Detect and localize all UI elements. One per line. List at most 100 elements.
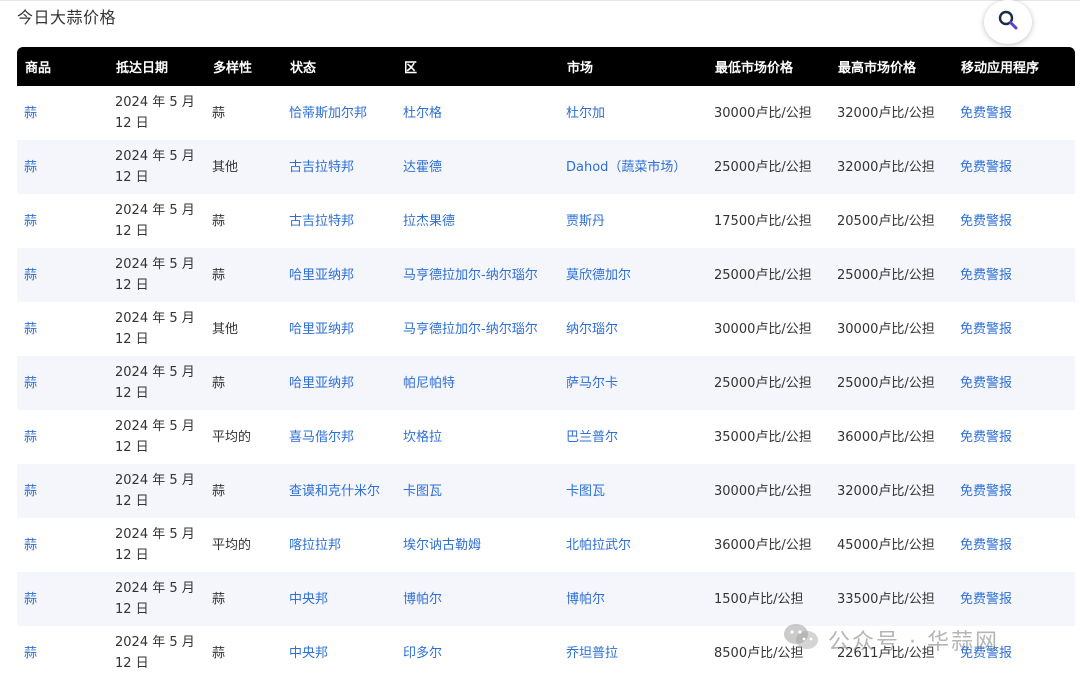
commodity-link[interactable]: 蒜 bbox=[24, 106, 37, 121]
state-link[interactable]: 恰蒂斯加尔邦 bbox=[289, 106, 367, 121]
table-cell-state-link: 哈里亚纳邦 bbox=[282, 248, 396, 302]
commodity-link[interactable]: 蒜 bbox=[24, 214, 37, 229]
district-link[interactable]: 博帕尔 bbox=[403, 592, 442, 607]
table-cell-free-alert-link: 免费警报 bbox=[953, 86, 1075, 140]
commodity-link[interactable]: 蒜 bbox=[24, 160, 37, 175]
district-link[interactable]: 帕尼帕特 bbox=[403, 376, 455, 391]
free-alert-link[interactable]: 免费警报 bbox=[960, 430, 1012, 445]
market-link[interactable]: 乔坦普拉 bbox=[566, 646, 618, 661]
free-alert-link[interactable]: 免费警报 bbox=[960, 538, 1012, 553]
commodity-link[interactable]: 蒜 bbox=[24, 268, 37, 283]
free-alert-link[interactable]: 免费警报 bbox=[960, 322, 1012, 337]
market-link[interactable]: 卡图瓦 bbox=[566, 484, 605, 499]
variety: 平均的 bbox=[212, 429, 252, 445]
variety: 蒜 bbox=[212, 375, 226, 391]
free-alert-link[interactable]: 免费警报 bbox=[960, 592, 1012, 607]
state-link[interactable]: 哈里亚纳邦 bbox=[289, 376, 354, 391]
table-cell-state-link: 古吉拉特邦 bbox=[282, 194, 396, 248]
free-alert-link[interactable]: 免费警报 bbox=[960, 268, 1012, 283]
table-cell-free-alert-link: 免费警报 bbox=[953, 572, 1075, 626]
max-price: 36000卢比/公担 bbox=[837, 429, 935, 445]
variety: 蒜 bbox=[212, 645, 226, 661]
commodity-link[interactable]: 蒜 bbox=[24, 592, 37, 607]
table-cell-variety: 蒜 bbox=[205, 86, 282, 140]
market-link[interactable]: 贾斯丹 bbox=[566, 214, 605, 229]
search-button[interactable] bbox=[984, 0, 1032, 44]
free-alert-link[interactable]: 免费警报 bbox=[960, 214, 1012, 229]
table-cell-market-link: 乔坦普拉 bbox=[559, 626, 707, 680]
arrival-date: 2024 年 5 月 12 日 bbox=[115, 95, 195, 131]
arrival-date: 2024 年 5 月 12 日 bbox=[115, 149, 195, 185]
table-cell-district-link: 埃尔讷古勒姆 bbox=[396, 518, 559, 572]
table-cell-market-link: 莫欣德加尔 bbox=[559, 248, 707, 302]
state-link[interactable]: 中央邦 bbox=[289, 592, 328, 607]
district-link[interactable]: 印多尔 bbox=[403, 646, 442, 661]
market-link[interactable]: 莫欣德加尔 bbox=[566, 268, 631, 283]
commodity-link[interactable]: 蒜 bbox=[24, 376, 37, 391]
state-link[interactable]: 古吉拉特邦 bbox=[289, 160, 354, 175]
free-alert-link[interactable]: 免费警报 bbox=[960, 484, 1012, 499]
table-cell-district-link: 杜尔格 bbox=[396, 86, 559, 140]
table-cell-district-link: 达霍德 bbox=[396, 140, 559, 194]
district-link[interactable]: 坎格拉 bbox=[403, 430, 442, 445]
table-row: 蒜 2024 年 5 月 12 日 平均的 喀拉拉邦 埃尔讷古勒姆 北帕拉武尔 36000卢… bbox=[17, 518, 1075, 572]
header-variety: 多样性 bbox=[213, 61, 253, 76]
free-alert-link[interactable]: 免费警报 bbox=[960, 106, 1012, 121]
table-cell-district-link: 卡图瓦 bbox=[396, 464, 559, 518]
market-link[interactable]: 杜尔加 bbox=[566, 106, 605, 121]
table-cell-max-price: 32000卢比/公担 bbox=[830, 464, 953, 518]
commodity-link[interactable]: 蒜 bbox=[24, 538, 37, 553]
district-link[interactable]: 埃尔讷古勒姆 bbox=[403, 538, 481, 553]
district-link[interactable]: 卡图瓦 bbox=[403, 484, 442, 499]
market-link[interactable]: Dahod（蔬菜市场） bbox=[566, 160, 686, 175]
state-link[interactable]: 喀拉拉邦 bbox=[289, 538, 341, 553]
header-max-price: 最高市场价格 bbox=[838, 61, 917, 76]
district-link[interactable]: 拉杰果德 bbox=[403, 214, 455, 229]
table-cell-district-link: 马亨德拉加尔-纳尔瑙尔 bbox=[396, 248, 559, 302]
market-link[interactable]: 萨马尔卡 bbox=[566, 376, 618, 391]
commodity-link[interactable]: 蒜 bbox=[24, 322, 37, 337]
district-link[interactable]: 杜尔格 bbox=[403, 106, 442, 121]
district-link[interactable]: 马亨德拉加尔-纳尔瑙尔 bbox=[403, 268, 538, 283]
state-link[interactable]: 古吉拉特邦 bbox=[289, 214, 354, 229]
table-cell-min-price: 1500卢比/公担 bbox=[707, 572, 830, 626]
arrival-date: 2024 年 5 月 12 日 bbox=[115, 473, 195, 509]
table-cell-arrival-date: 2024 年 5 月 12 日 bbox=[108, 464, 205, 518]
table-cell-district-link: 印多尔 bbox=[396, 626, 559, 680]
free-alert-link[interactable]: 免费警报 bbox=[960, 160, 1012, 175]
page-title: 今日大蒜价格 bbox=[17, 8, 117, 27]
table-cell-min-price: 17500卢比/公担 bbox=[707, 194, 830, 248]
market-link[interactable]: 博帕尔 bbox=[566, 592, 605, 607]
free-alert-link[interactable]: 免费警报 bbox=[960, 376, 1012, 391]
table-cell-arrival-date: 2024 年 5 月 12 日 bbox=[108, 626, 205, 680]
table-cell-variety: 平均的 bbox=[205, 410, 282, 464]
table-cell-state-link: 中央邦 bbox=[282, 626, 396, 680]
variety: 蒜 bbox=[212, 213, 226, 229]
state-link[interactable]: 哈里亚纳邦 bbox=[289, 268, 354, 283]
market-link[interactable]: 巴兰普尔 bbox=[566, 430, 618, 445]
table-cell-commodity-link: 蒜 bbox=[17, 572, 108, 626]
commodity-link[interactable]: 蒜 bbox=[24, 484, 37, 499]
state-link[interactable]: 哈里亚纳邦 bbox=[289, 322, 354, 337]
table-cell-max-price: 45000卢比/公担 bbox=[830, 518, 953, 572]
table-cell-commodity-link: 蒜 bbox=[17, 410, 108, 464]
state-link[interactable]: 中央邦 bbox=[289, 646, 328, 661]
table-cell-district-link: 马亨德拉加尔-纳尔瑙尔 bbox=[396, 302, 559, 356]
table-cell-variety: 蒜 bbox=[205, 194, 282, 248]
commodity-link[interactable]: 蒜 bbox=[24, 646, 37, 661]
table-cell-state-link: 中央邦 bbox=[282, 572, 396, 626]
district-link[interactable]: 马亨德拉加尔-纳尔瑙尔 bbox=[403, 322, 538, 337]
table-cell-commodity-link: 蒜 bbox=[17, 356, 108, 410]
header-state: 状态 bbox=[290, 61, 317, 76]
table-cell-arrival-date: 2024 年 5 月 12 日 bbox=[108, 248, 205, 302]
table-cell-state-link: 古吉拉特邦 bbox=[282, 140, 396, 194]
district-link[interactable]: 达霍德 bbox=[403, 160, 442, 175]
state-link[interactable]: 查谟和克什米尔 bbox=[289, 484, 380, 499]
free-alert-link[interactable]: 免费警报 bbox=[960, 646, 1012, 661]
commodity-link[interactable]: 蒜 bbox=[24, 430, 37, 445]
market-link[interactable]: 纳尔瑙尔 bbox=[566, 322, 618, 337]
price-table-container: 商品 抵达日期 多样性 状态 区 市场 最低市场价格 最高市场价格 移动应用程序 蒜 2024 年… bbox=[17, 47, 1075, 680]
market-link[interactable]: 北帕拉武尔 bbox=[566, 538, 631, 553]
state-link[interactable]: 喜马偕尔邦 bbox=[289, 430, 354, 445]
arrival-date: 2024 年 5 月 12 日 bbox=[115, 257, 195, 293]
